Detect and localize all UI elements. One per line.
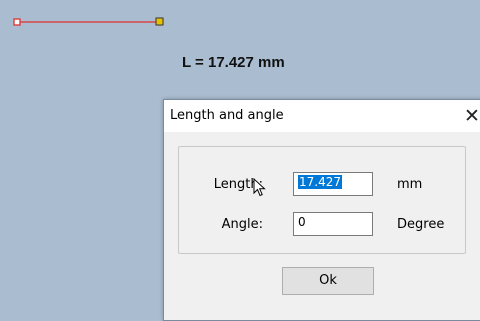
dialog-titlebar[interactable]: Length and angle ✕ — [164, 100, 480, 132]
angle-unit: Degree — [397, 217, 445, 232]
input-group-box: Length: 17.427 mm Angle: 0 Degree — [178, 146, 466, 254]
line-end-handle[interactable] — [155, 17, 164, 26]
ok-button[interactable]: Ok — [282, 267, 374, 295]
close-icon[interactable]: ✕ — [462, 105, 480, 127]
length-readout: L = 17.427 mm — [182, 54, 285, 71]
angle-label: Angle: — [221, 217, 263, 232]
line-start-handle[interactable] — [13, 18, 21, 26]
length-input[interactable]: 17.427 — [293, 172, 373, 196]
length-unit: mm — [397, 177, 423, 192]
length-angle-dialog: Length and angle ✕ Length: 17.427 mm Ang… — [163, 99, 480, 321]
length-input-selection: 17.427 — [298, 175, 342, 189]
angle-input[interactable]: 0 — [293, 212, 373, 236]
dialog-title: Length and angle — [170, 108, 284, 123]
arrow-pointer-icon — [253, 178, 266, 197]
